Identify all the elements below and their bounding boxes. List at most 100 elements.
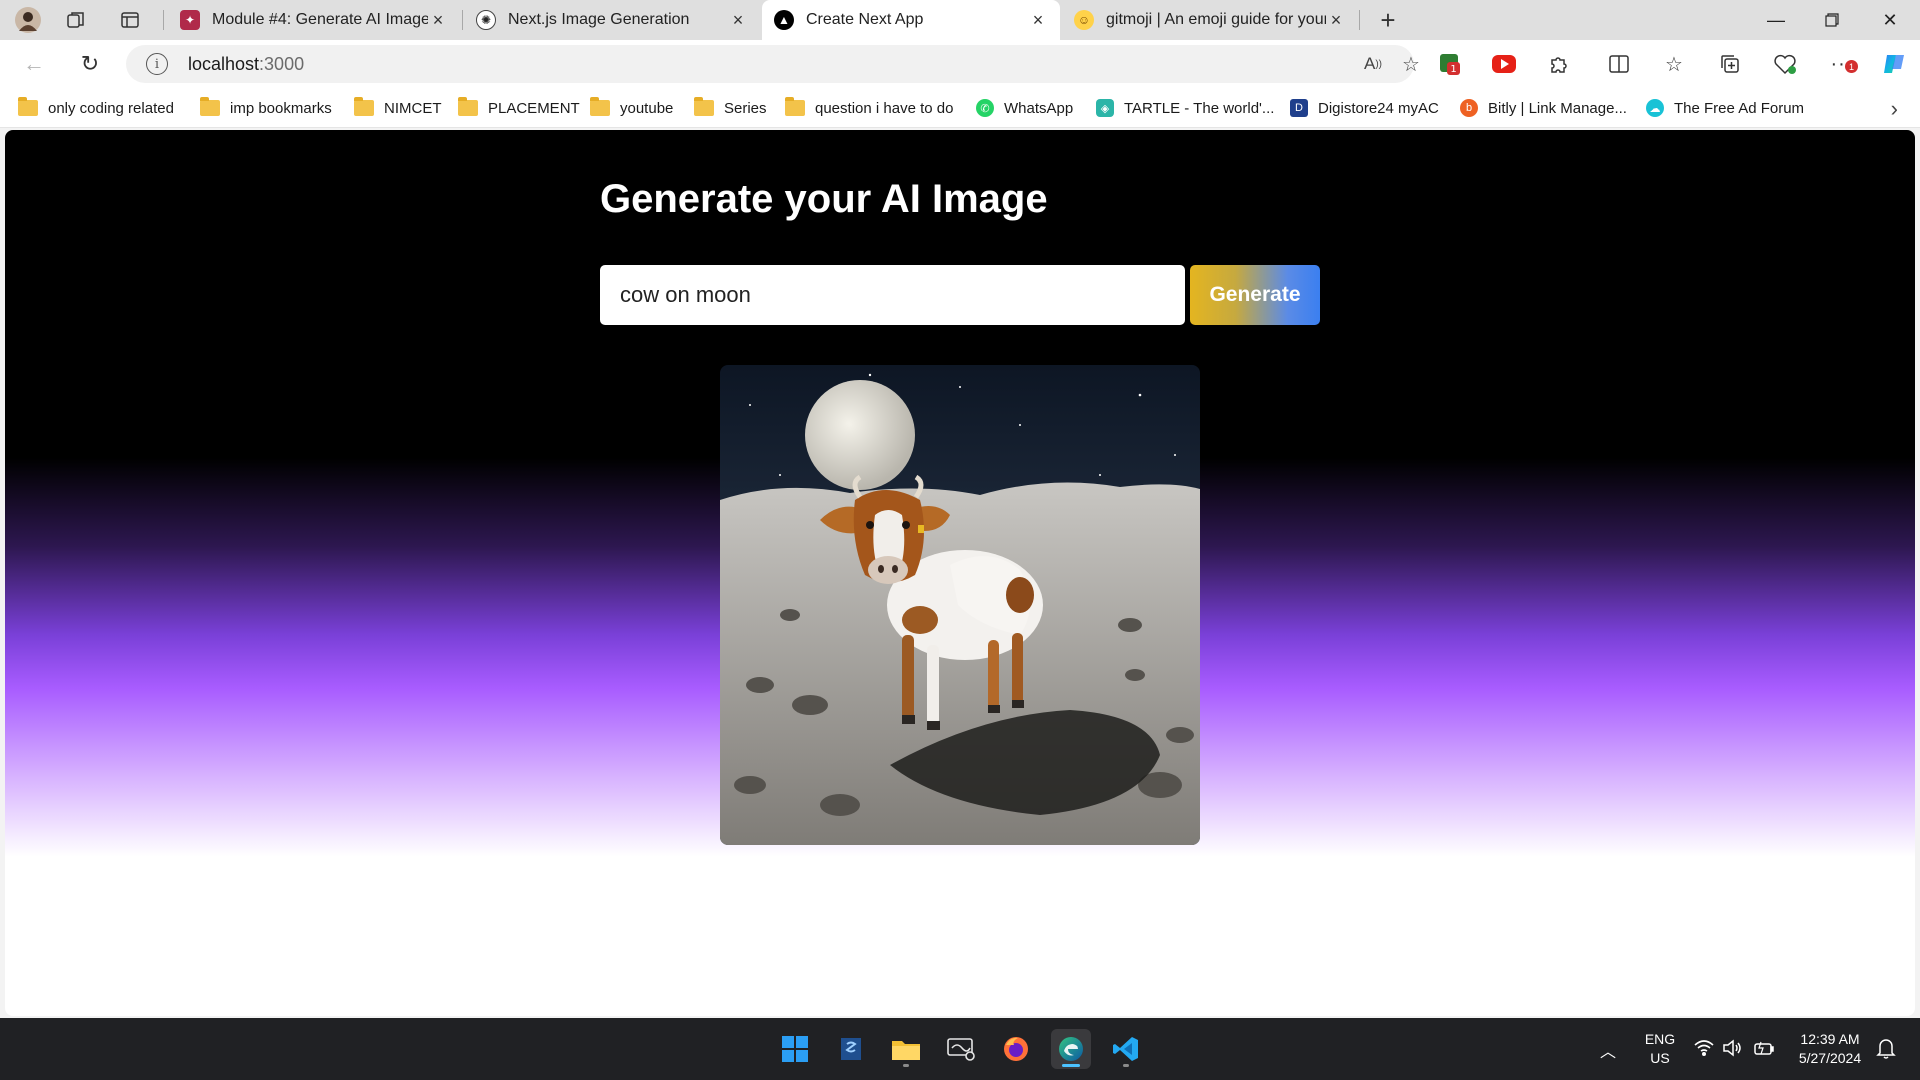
folder-icon	[18, 97, 38, 116]
bookmark-label: TARTLE - The world'...	[1124, 99, 1275, 117]
bookmark-folder-questions[interactable]: question i have to do	[785, 88, 953, 128]
bookmark-folder-only-coding[interactable]: only coding related	[18, 88, 174, 128]
page-title: Generate your AI Image	[600, 177, 1048, 221]
refresh-icon[interactable]: ↻	[74, 48, 106, 80]
bookmark-label: only coding related	[48, 99, 174, 117]
back-arrow-icon[interactable]: ←	[18, 48, 50, 80]
tab-label: Module #4: Generate AI Image	[212, 11, 428, 28]
new-tab-icon[interactable]: +	[1372, 4, 1404, 36]
chevron-up-icon[interactable]: ︿	[1600, 1038, 1616, 1062]
tab-strip: ✦ Module #4: Generate AI Image × ✺ Next.…	[0, 0, 1920, 40]
workspaces-icon[interactable]	[60, 4, 92, 36]
bookmark-whatsapp[interactable]: ✆ WhatsApp	[976, 88, 1073, 128]
split-screen-icon[interactable]	[1605, 50, 1633, 78]
volume-icon[interactable]	[1722, 1039, 1742, 1062]
taskbar: ︿ ENG US 12:39 AM 5/27/2024	[0, 1018, 1920, 1080]
folder-icon	[694, 97, 714, 116]
bookmark-label: Digistore24 myAC	[1318, 99, 1439, 117]
running-indicator	[1062, 1064, 1080, 1067]
bookmark-label: imp bookmarks	[230, 99, 332, 117]
bookmark-label: Bitly | Link Manage...	[1488, 99, 1627, 117]
bookmark-tartle[interactable]: ◈ TARTLE - The world'...	[1096, 88, 1274, 128]
windows-start-icon[interactable]	[775, 1029, 815, 1069]
bookmark-label: youtube	[620, 99, 674, 117]
vscode-icon[interactable]	[1106, 1029, 1146, 1069]
app-icon[interactable]	[831, 1029, 871, 1069]
close-icon[interactable]: ×	[428, 10, 448, 31]
address-bar[interactable]: i localhost:3000 A)) ☆	[126, 45, 1420, 83]
tab-label: Next.js Image Generation	[508, 11, 690, 28]
generate-button[interactable]: Generate	[1190, 265, 1320, 325]
extensions-puzzle-icon[interactable]	[1545, 50, 1573, 78]
bookmark-folder-placement[interactable]: PLACEMENT	[458, 88, 580, 128]
openai-favicon: ✺	[476, 10, 496, 30]
bookmark-bitly[interactable]: b Bitly | Link Manage...	[1460, 88, 1627, 128]
clock-date: 5/27/2024	[1798, 1050, 1862, 1066]
bitly-icon: b	[1460, 99, 1478, 117]
address-port: :3000	[259, 53, 305, 74]
site-info-icon[interactable]: i	[146, 53, 168, 75]
browser-essentials-icon[interactable]	[1771, 50, 1799, 78]
file-explorer-icon[interactable]	[886, 1029, 926, 1069]
window-close-icon[interactable]: ✕	[1862, 0, 1918, 40]
firefox-icon[interactable]	[996, 1029, 1036, 1069]
edge-icon[interactable]	[1051, 1029, 1091, 1069]
bookmark-label: NIMCET	[384, 99, 442, 117]
bookmark-free-ad-forum[interactable]: ☁ The Free Ad Forum	[1646, 88, 1804, 128]
vertical-tabs-icon[interactable]	[114, 4, 146, 36]
tab-gitmoji[interactable]: ☺ gitmoji | An emoji guide for your ×	[1062, 0, 1358, 40]
running-indicator	[1123, 1064, 1129, 1067]
digistore-icon: D	[1290, 99, 1308, 117]
tab-create-next-app[interactable]: ▲ Create Next App ×	[762, 0, 1060, 40]
folder-icon	[785, 97, 805, 116]
bookmark-label: question i have to do	[815, 99, 954, 117]
clock[interactable]: 12:39 AM 5/27/2024	[1790, 1030, 1870, 1068]
extension-badge-icon[interactable]: 1	[1437, 50, 1465, 78]
wifi-icon[interactable]	[1694, 1039, 1714, 1062]
bookmark-folder-series[interactable]: Series	[694, 88, 767, 128]
read-aloud-icon[interactable]: A))	[1358, 49, 1388, 79]
favorites-icon[interactable]: ☆	[1660, 50, 1688, 78]
bookmark-label: The Free Ad Forum	[1674, 99, 1805, 117]
svg-text:1: 1	[1450, 64, 1456, 75]
notifications-icon[interactable]	[1876, 1037, 1896, 1064]
bookmark-folder-youtube[interactable]: youtube	[590, 88, 673, 128]
running-indicator	[903, 1064, 909, 1067]
web-page: Generate your AI Image Generate	[5, 130, 1915, 1016]
bookmark-label: Series	[724, 99, 767, 117]
ad-forum-icon: ☁	[1646, 99, 1664, 117]
collections-icon[interactable]	[1716, 50, 1744, 78]
bookmark-label: PLACEMENT	[488, 99, 580, 117]
youtube-extension-icon[interactable]	[1490, 50, 1518, 78]
minimize-icon[interactable]: —	[1748, 0, 1804, 40]
restore-icon[interactable]	[1804, 0, 1860, 40]
generated-image	[720, 365, 1200, 845]
tab-module-4[interactable]: ✦ Module #4: Generate AI Image ×	[168, 0, 460, 40]
folder-icon	[590, 97, 610, 116]
copilot-icon[interactable]	[1880, 50, 1908, 78]
prompt-input[interactable]	[600, 265, 1185, 325]
bookmark-folder-nimcet[interactable]: NIMCET	[354, 88, 442, 128]
language-indicator[interactable]: ENG US	[1640, 1030, 1680, 1068]
tab-nextjs-image-generation[interactable]: ✺ Next.js Image Generation ×	[464, 0, 760, 40]
folder-icon	[354, 97, 374, 116]
tab-label: gitmoji | An emoji guide for your	[1106, 11, 1326, 28]
settings-more-icon[interactable]: ··· 1	[1828, 50, 1858, 78]
battery-icon[interactable]	[1753, 1039, 1775, 1062]
monitor-app-icon[interactable]	[941, 1029, 981, 1069]
bookmarks-bar: only coding related imp bookmarks NIMCET…	[0, 88, 1920, 128]
favorite-star-icon[interactable]: ☆	[1396, 49, 1426, 79]
whatsapp-icon: ✆	[976, 99, 994, 117]
close-icon[interactable]: ×	[1028, 10, 1048, 31]
profile-avatar[interactable]	[12, 4, 44, 36]
close-icon[interactable]: ×	[728, 10, 748, 31]
chevron-right-icon[interactable]: ›	[1891, 96, 1898, 122]
address-url[interactable]: localhost:3000	[188, 54, 304, 75]
clock-time: 12:39 AM	[1800, 1031, 1860, 1047]
browser-toolbar: ← ↻ i localhost:3000 A)) ☆ 1 ☆ ··· 1	[0, 40, 1920, 88]
bookmark-folder-imp-bookmarks[interactable]: imp bookmarks	[200, 88, 332, 128]
folder-icon	[458, 97, 478, 116]
bookmark-digistore24[interactable]: D Digistore24 myAC	[1290, 88, 1439, 128]
language-code: ENG	[1644, 1031, 1676, 1047]
close-icon[interactable]: ×	[1326, 10, 1346, 31]
